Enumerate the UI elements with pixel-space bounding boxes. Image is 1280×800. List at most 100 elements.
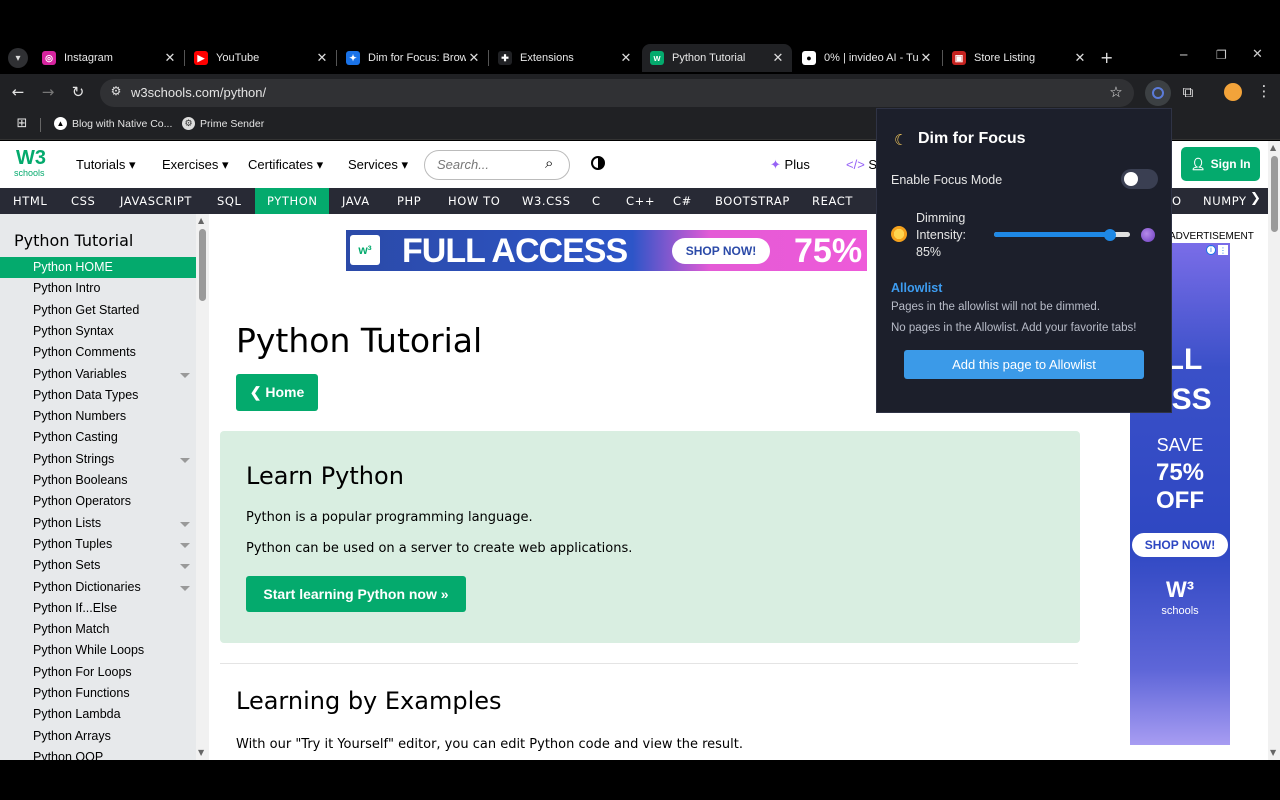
sidebar-item-python-for-loops[interactable]: Python For Loops — [0, 662, 196, 683]
reload-icon[interactable]: ↻ — [68, 83, 88, 101]
subnav-bootstrap[interactable]: BOOTSTRAP — [703, 188, 802, 214]
tab-search-icon[interactable]: ▾ — [8, 48, 28, 68]
tab-instagram[interactable]: ◎ Instagram ✕ — [34, 44, 184, 72]
site-info-icon[interactable]: ⚙ — [106, 84, 126, 98]
sidebar-item-python-if-else[interactable]: Python If...Else — [0, 598, 196, 619]
maximize-icon[interactable]: ❐ — [1216, 48, 1227, 62]
chevron-down-icon[interactable] — [180, 521, 190, 527]
close-icon[interactable]: ✕ — [1072, 50, 1088, 66]
subnav-css[interactable]: CSS — [59, 188, 107, 214]
scroll-up-icon[interactable]: ▲ — [1270, 143, 1276, 152]
sidebar-item-python-while-loops[interactable]: Python While Loops — [0, 640, 196, 661]
sidebar-item-python-data-types[interactable]: Python Data Types — [0, 385, 196, 406]
sidebar-item-python-numbers[interactable]: Python Numbers — [0, 406, 196, 427]
toggle-knob[interactable] — [1124, 172, 1138, 186]
sidebar-scroll-thumb[interactable] — [199, 229, 206, 301]
sidebar-item-python-tuples[interactable]: Python Tuples — [0, 534, 196, 555]
ad-menu-icon[interactable]: ⋮ — [1218, 245, 1228, 255]
close-icon[interactable]: ✕ — [162, 50, 178, 66]
close-icon[interactable]: ✕ — [770, 50, 786, 66]
sidebar-item-python-arrays[interactable]: Python Arrays — [0, 726, 196, 747]
subnav-csharp[interactable]: C# — [661, 188, 704, 214]
tab-dim-for-focus[interactable]: ✦ Dim for Focus: Brows ✕ — [338, 44, 488, 72]
window-close-icon[interactable]: ✕ — [1252, 47, 1263, 62]
bookmark-prime-sender[interactable]: ⚙ Prime Sender — [182, 117, 264, 130]
subnav-html[interactable]: HTML — [1, 188, 59, 214]
nav-tutorials[interactable]: Tutorials ▾ — [76, 157, 136, 173]
ad-info-icon[interactable]: i — [1206, 245, 1216, 255]
sidebar-item-python-match[interactable]: Python Match — [0, 619, 196, 640]
url-text[interactable]: w3schools.com/python/ — [131, 85, 266, 100]
bookmark-blog[interactable]: ▲ Blog with Native Co... — [54, 117, 172, 130]
subnav-react[interactable]: REACT — [800, 188, 865, 214]
chevron-down-icon[interactable] — [180, 542, 190, 548]
sidebar-item-python-intro[interactable]: Python Intro — [0, 278, 196, 299]
sidebar-item-python-booleans[interactable]: Python Booleans — [0, 470, 196, 491]
apps-grid-icon[interactable]: ⊞ — [12, 116, 32, 131]
close-icon[interactable]: ✕ — [314, 50, 330, 66]
scroll-down-icon[interactable]: ▼ — [1270, 748, 1276, 757]
bookmark-star-icon[interactable]: ☆ — [1106, 83, 1126, 101]
tab-youtube[interactable]: ▶ YouTube ✕ — [186, 44, 336, 72]
tab-invideo[interactable]: ● 0% | invideo AI - Tur ✕ — [794, 44, 940, 72]
forward-icon[interactable]: → — [38, 83, 58, 101]
close-icon[interactable]: ✕ — [466, 50, 482, 66]
tab-store-listing[interactable]: ▣ Store Listing ✕ — [944, 44, 1094, 72]
w3schools-logo[interactable]: W3 schools — [14, 147, 50, 179]
minimize-icon[interactable]: ─ — [1180, 48, 1187, 62]
close-icon[interactable]: ✕ — [618, 50, 634, 66]
sidebar-item-python-operators[interactable]: Python Operators — [0, 491, 196, 512]
subnav-php[interactable]: PHP — [385, 188, 433, 214]
sidebar-item-python-dictionaries[interactable]: Python Dictionaries — [0, 577, 196, 598]
sidebar-item-python-variables[interactable]: Python Variables — [0, 364, 196, 385]
dark-mode-icon[interactable] — [591, 156, 605, 170]
subnav-java[interactable]: JAVA — [330, 188, 382, 214]
search-icon[interactable]: ⌕ — [545, 154, 553, 172]
nav-services[interactable]: Services ▾ — [348, 157, 408, 173]
close-icon[interactable]: ✕ — [918, 50, 934, 66]
full-access-banner[interactable]: w³ FULL ACCESS SHOP NOW! 75% — [346, 230, 867, 271]
start-learning-button[interactable]: Start learning Python now » — [246, 576, 466, 612]
tab-extensions[interactable]: ✚ Extensions ✕ — [490, 44, 640, 72]
sidebar-item-python-sets[interactable]: Python Sets — [0, 555, 196, 576]
new-tab-icon[interactable]: + — [1100, 48, 1113, 67]
subnav-python[interactable]: PYTHON — [255, 188, 329, 214]
extensions-puzzle-icon[interactable]: ⧉ — [1178, 83, 1198, 101]
nav-exercises[interactable]: Exercises ▾ — [162, 157, 229, 173]
subnav-w3css[interactable]: W3.CSS — [510, 188, 583, 214]
subnav-numpy[interactable]: NUMPY — [1191, 188, 1259, 214]
subnav-cpp[interactable]: C++ — [614, 188, 667, 214]
subnav-howto[interactable]: HOW TO — [436, 188, 512, 214]
sign-in-button[interactable]: 👤︎ Sign In — [1181, 147, 1260, 181]
dimming-slider-thumb[interactable] — [1103, 229, 1116, 241]
nav-plus[interactable]: ✦ Plus — [770, 157, 810, 173]
sidebar-item-python-get-started[interactable]: Python Get Started — [0, 300, 196, 321]
sidebar-item-python-syntax[interactable]: Python Syntax — [0, 321, 196, 342]
sidebar-item-python-lambda[interactable]: Python Lambda — [0, 704, 196, 725]
subnav-c[interactable]: C — [580, 188, 613, 214]
sidebar-item-python-home[interactable]: Python HOME — [0, 257, 196, 278]
page-scrollbar[interactable] — [1268, 141, 1280, 760]
chevron-down-icon[interactable] — [180, 457, 190, 463]
chevron-right-icon[interactable]: ❯ — [1250, 191, 1261, 206]
tab-python-tutorial[interactable]: w Python Tutorial ✕ — [642, 44, 792, 72]
scroll-down-icon[interactable]: ▼ — [198, 748, 204, 757]
chevron-down-icon[interactable] — [180, 564, 190, 570]
add-to-allowlist-button[interactable]: Add this page to Allowlist — [904, 350, 1144, 379]
menu-kebab-icon[interactable]: ⋮ — [1254, 82, 1274, 100]
profile-avatar[interactable] — [1224, 83, 1242, 101]
dim-for-focus-extension-icon[interactable] — [1145, 80, 1171, 106]
back-icon[interactable]: ← — [8, 83, 28, 101]
sidebar-item-python-functions[interactable]: Python Functions — [0, 683, 196, 704]
scroll-up-icon[interactable]: ▲ — [198, 216, 204, 225]
page-scroll-thumb[interactable] — [1271, 156, 1278, 232]
chevron-down-icon[interactable] — [180, 372, 190, 378]
sidebar-item-python-comments[interactable]: Python Comments — [0, 342, 196, 363]
subnav-sql[interactable]: SQL — [205, 188, 254, 214]
home-button[interactable]: ❮ Home — [236, 374, 318, 411]
sidebar-item-python-casting[interactable]: Python Casting — [0, 427, 196, 448]
nav-spaces[interactable]: </> S — [846, 157, 877, 172]
nav-certificates[interactable]: Certificates ▾ — [248, 157, 323, 173]
sidebar-item-python-lists[interactable]: Python Lists — [0, 513, 196, 534]
chevron-down-icon[interactable] — [180, 585, 190, 591]
